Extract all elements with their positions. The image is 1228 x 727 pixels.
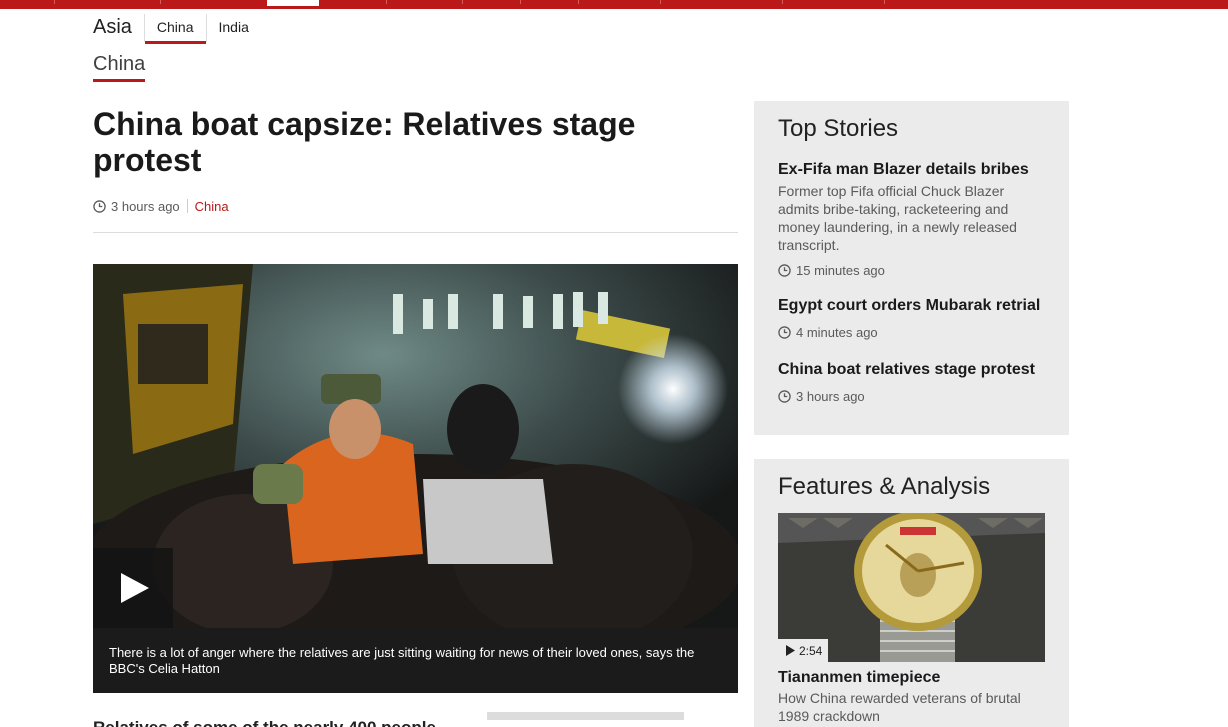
story-title-link[interactable]: Ex-Fifa man Blazer details bribes — [778, 160, 1048, 180]
story-item: China boat relatives stage protest 3 hou… — [778, 360, 1048, 404]
nav-separator — [660, 0, 661, 4]
features-panel: Features & Analysis 2:54 Tiananmen timep… — [754, 459, 1069, 727]
section-nav-item-india[interactable]: India — [205, 14, 261, 42]
story-item: Ex-Fifa man Blazer details bribes Former… — [778, 160, 1048, 278]
inline-media-placeholder — [487, 712, 684, 720]
nav-separator — [520, 0, 521, 4]
story-item: Egypt court orders Mubarak retrial 4 min… — [778, 296, 1048, 340]
clock-icon — [778, 390, 791, 403]
video-player[interactable]: There is a lot of anger where the relati… — [93, 264, 738, 693]
section-nav-region[interactable]: Asia — [93, 14, 144, 40]
story-time: 4 minutes ago — [778, 325, 1048, 340]
page-section-title: China — [93, 52, 145, 82]
nav-separator — [884, 0, 885, 4]
article-headline: China boat capsize: Relatives stage prot… — [93, 106, 636, 178]
story-timestamp: 15 minutes ago — [796, 263, 885, 278]
story-timestamp: 4 minutes ago — [796, 325, 878, 340]
section-nav: Asia China India — [93, 14, 261, 44]
video-still-image — [93, 264, 738, 628]
features-heading: Features & Analysis — [778, 473, 991, 500]
top-stories-heading: Top Stories — [778, 115, 899, 142]
section-nav-item-china[interactable]: China — [143, 14, 206, 44]
clock-icon — [93, 199, 106, 213]
story-timestamp: 3 hours ago — [796, 389, 865, 404]
feature-title-link[interactable]: Tiananmen timepiece — [778, 668, 940, 688]
article-timestamp: 3 hours ago — [111, 198, 180, 214]
play-icon — [121, 573, 149, 603]
story-time: 15 minutes ago — [778, 263, 1048, 278]
article-category-link[interactable]: China — [195, 199, 229, 214]
feature-video-thumbnail[interactable]: 2:54 — [778, 513, 1045, 662]
play-icon — [786, 645, 795, 656]
nav-separator — [578, 0, 579, 4]
feature-summary: How China rewarded veterans of brutal 19… — [778, 690, 1021, 724]
clock-icon — [778, 264, 791, 277]
story-title-link[interactable]: China boat relatives stage protest — [778, 360, 1048, 380]
nav-active-indicator — [267, 0, 319, 6]
play-button[interactable] — [93, 548, 173, 628]
header-divider — [93, 232, 738, 233]
nav-separator — [462, 0, 463, 4]
article-body-intro: Relatives of some of the nearly 400 peop… — [93, 718, 436, 727]
nav-separator — [386, 0, 387, 4]
article-meta: 3 hours ago China — [93, 197, 229, 215]
top-nav-bar — [0, 0, 1228, 9]
story-time: 3 hours ago — [778, 389, 1048, 404]
video-duration-badge: 2:54 — [778, 639, 829, 662]
top-stories-panel: Top Stories Ex-Fifa man Blazer details b… — [754, 101, 1069, 435]
clock-icon — [778, 326, 791, 339]
story-summary: Former top Fifa official Chuck Blazer ad… — [778, 183, 1017, 253]
nav-separator — [782, 0, 783, 4]
video-duration: 2:54 — [799, 643, 823, 658]
nav-separator — [54, 0, 55, 4]
story-title-link[interactable]: Egypt court orders Mubarak retrial — [778, 296, 1048, 316]
video-caption: There is a lot of anger where the relati… — [93, 628, 738, 693]
nav-separator — [160, 0, 161, 4]
meta-divider — [186, 199, 188, 213]
